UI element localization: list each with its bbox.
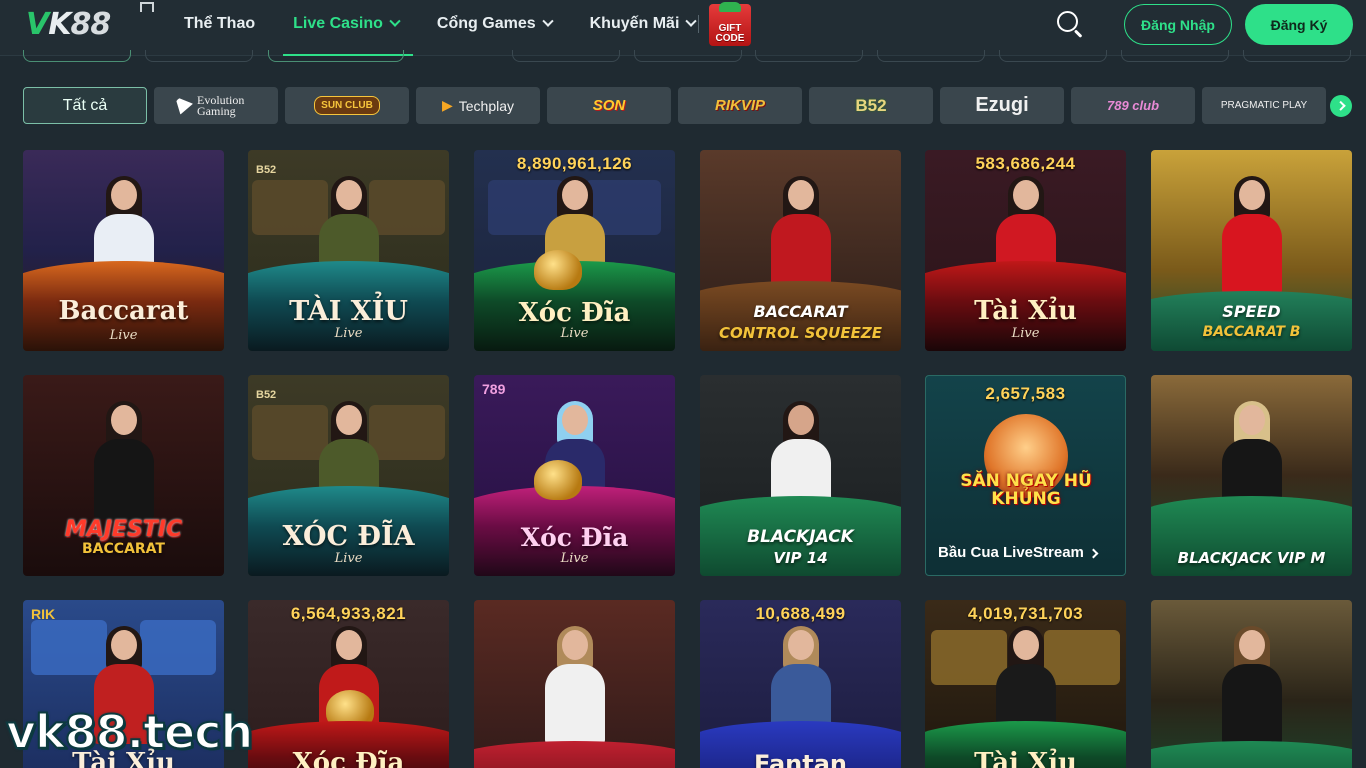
- game-card-blackjack-vip-m[interactable]: BLACKJACK VIP M: [1151, 375, 1352, 576]
- game-card-bau-cua-livestream[interactable]: 2,657,583 SĂN NGAY HŨ KHỦNG Bầu Cua Live…: [925, 375, 1126, 576]
- chevron-down-icon: [685, 15, 698, 27]
- bau-cua-livestream-link[interactable]: Bầu Cua LiveStream: [938, 544, 1099, 561]
- game-card-xoc-dia-789[interactable]: 789 Xóc Đĩa Live: [474, 375, 675, 576]
- dealer-image: [1221, 176, 1282, 294]
- nav-divider: [698, 15, 699, 33]
- register-button[interactable]: Đăng Ký: [1245, 4, 1353, 45]
- provider-rikvip[interactable]: RIKVIP: [678, 87, 802, 124]
- dealer-image: [770, 176, 831, 294]
- nav-item-live-casino[interactable]: Live Casino: [283, 0, 413, 56]
- provider-ezugi[interactable]: Ezugi: [940, 87, 1064, 124]
- game-card-blackjack-vip-14[interactable]: BLACKJACK VIP 14: [700, 375, 901, 576]
- nav-item-sports[interactable]: Thể Thao: [184, 0, 255, 48]
- nav-item-promotions[interactable]: Khuyến Mãi: [590, 0, 698, 48]
- game-card-baccarat-control-squeeze[interactable]: BACCARAT CONTROL SQUEEZE: [700, 150, 901, 351]
- chevron-down-icon: [389, 15, 401, 27]
- game-card-xoc-dia-b52[interactable]: B52 XÓC ĐĨA Live: [248, 375, 449, 576]
- chevron-right-icon: [1088, 548, 1099, 559]
- techplay-logo-icon: ▶: [441, 97, 453, 113]
- chevron-right-icon: [1335, 100, 1346, 111]
- nav-item-games[interactable]: Cổng Games: [437, 0, 554, 48]
- providers-next-button[interactable]: [1330, 95, 1352, 117]
- game-card-fantan[interactable]: 10,688,499 Fantan: [700, 600, 901, 768]
- dealer-image: [93, 401, 154, 519]
- game-card-tai-xiu-b52[interactable]: B52 TÀI XỈU Live: [248, 150, 449, 351]
- provider-son[interactable]: SON: [547, 87, 671, 124]
- gift-code-button[interactable]: GIFT CODE: [709, 2, 751, 46]
- provider-techplay[interactable]: ▶ Techplay: [416, 87, 540, 124]
- site-watermark: vk88.tech: [5, 704, 254, 760]
- provider-sunclub[interactable]: SUN CLUB: [285, 87, 409, 124]
- evolution-logo-icon: [175, 96, 193, 115]
- gift-bow-icon: [719, 2, 741, 12]
- game-card-roulette-dealer[interactable]: [474, 600, 675, 768]
- game-card-xoc-dia-jackpot[interactable]: 6,564,933,821 Xóc Đĩa: [248, 600, 449, 768]
- game-card-tai-xiu-live[interactable]: 583,686,244 Tài Xỉu Live: [925, 150, 1126, 351]
- crown-icon: [140, 2, 154, 12]
- game-card-xoc-dia[interactable]: 8,890,961,126 Xóc Đĩa Live: [474, 150, 675, 351]
- search-icon[interactable]: [1056, 10, 1084, 38]
- provider-pragmatic[interactable]: PRAGMATIC PLAY: [1202, 87, 1326, 124]
- game-card-majestic-baccarat[interactable]: MAJESTIC BACCARAT: [23, 375, 224, 576]
- provider-b52[interactable]: B52: [809, 87, 933, 124]
- provider-789club[interactable]: 789 club: [1071, 87, 1195, 124]
- top-header: V K 88 Thể Thao Live Casino Cổng Games Khu…: [0, 0, 1366, 56]
- game-card-blackjack-dealer[interactable]: [1151, 600, 1352, 768]
- game-card-tai-xiu-jackpot[interactable]: 4,019,731,703 Tài Xỉu: [925, 600, 1126, 768]
- main-nav: Thể Thao Live Casino Cổng Games Khuyến M…: [184, 0, 733, 56]
- provider-evolution[interactable]: Evolution Gaming: [154, 87, 278, 124]
- provider-all[interactable]: Tất cả: [23, 87, 147, 124]
- game-card-baccarat[interactable]: Baccarat Live: [23, 150, 224, 351]
- login-button[interactable]: Đăng Nhập: [1124, 4, 1232, 45]
- chevron-down-icon: [541, 15, 554, 27]
- game-card-speed-baccarat-b[interactable]: SPEED BACCARAT B: [1151, 150, 1352, 351]
- dealer-image: [544, 626, 605, 744]
- scrolled-filter-row: [0, 50, 1366, 64]
- dealer-image: [1221, 626, 1282, 744]
- vk88-logo[interactable]: V K 88: [26, 2, 154, 44]
